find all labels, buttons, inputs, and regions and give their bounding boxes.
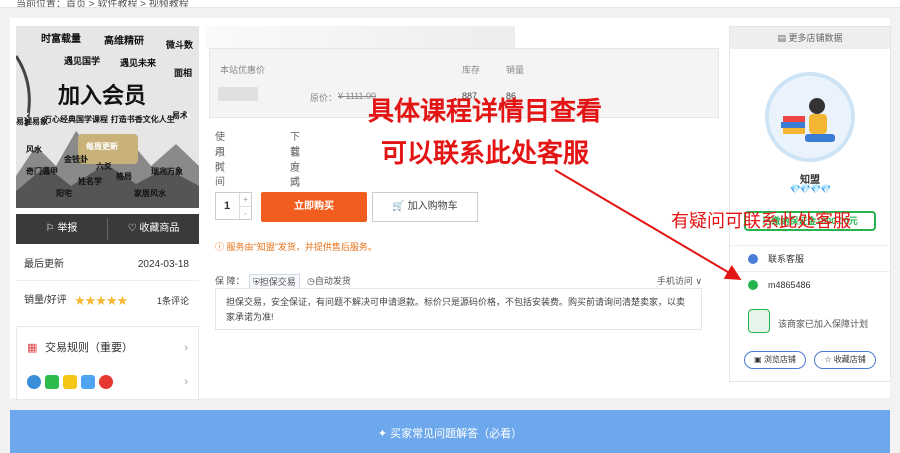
annotation-arrow [554, 169, 742, 281]
